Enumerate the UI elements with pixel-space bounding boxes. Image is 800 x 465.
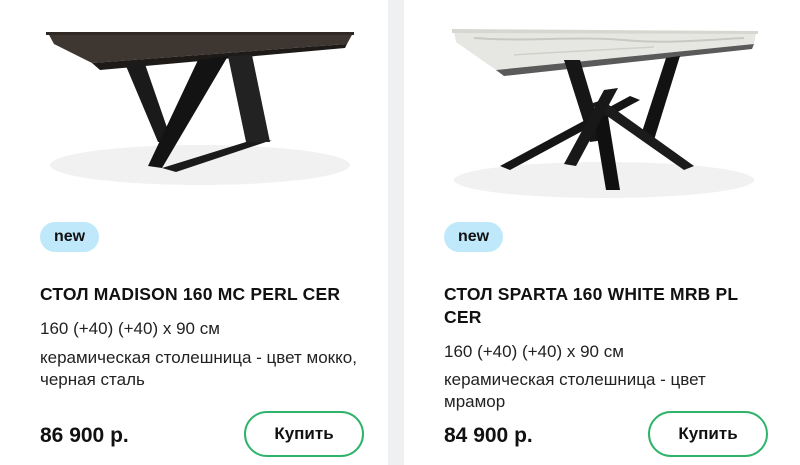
product-title[interactable]: СТОЛ MADISON 160 MC PERL CER: [40, 283, 370, 306]
new-badge: new: [444, 222, 504, 252]
buy-button[interactable]: Купить: [648, 411, 768, 457]
product-description: керамическая столешница - цвет мрамор: [444, 370, 706, 411]
table-sparta-image[interactable]: [404, 0, 800, 210]
product-title[interactable]: СТОЛ SPARTA 160 WHITE MRB PL CER: [444, 283, 774, 329]
table-madison-image[interactable]: [0, 0, 388, 210]
buy-button[interactable]: Купить: [244, 411, 364, 457]
new-badge: new: [40, 222, 100, 252]
product-price: 86 900 р.: [40, 424, 129, 447]
product-price: 84 900 р.: [444, 424, 533, 447]
product-card: new СТОЛ SPARTA 160 WHITE MRB PL CER 160…: [404, 0, 800, 465]
product-dimensions: 160 (+40) (+40) x 90 см: [444, 342, 624, 361]
product-card: new СТОЛ MADISON 160 MC PERL CER 160 (+4…: [0, 0, 388, 465]
product-dimensions: 160 (+40) (+40) x 90 см: [40, 319, 220, 338]
product-description: керамическая столешница - цвет мокко, че…: [40, 348, 357, 389]
